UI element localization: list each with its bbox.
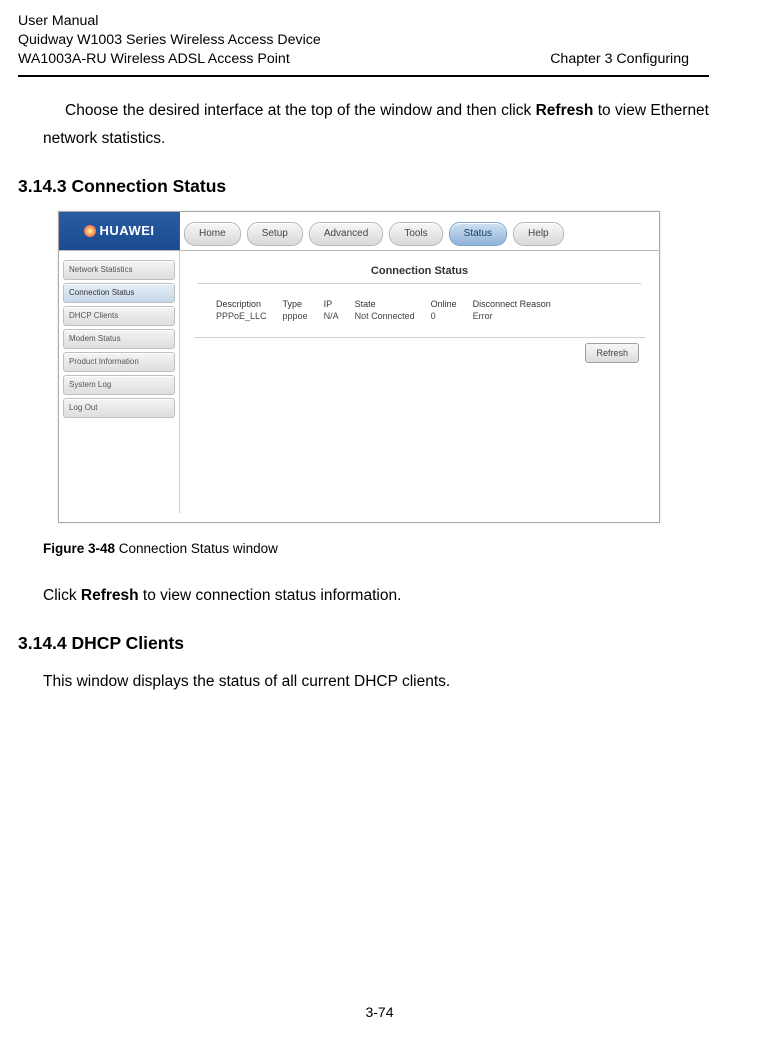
header-line2: Quidway W1003 Series Wireless Access Dev…	[18, 31, 709, 50]
paragraph-1: Choose the desired interface at the top …	[43, 97, 709, 154]
figure-connection-status-window: HUAWEI Home Setup Advanced Tools Status …	[58, 211, 660, 523]
header-line3-right: Chapter 3 Configuring	[550, 50, 709, 69]
paragraph-3: This window displays the status of all c…	[43, 668, 709, 697]
figure-caption: Figure 3-48 Connection Status window	[43, 541, 709, 556]
panel-title: Connection Status	[198, 265, 641, 277]
sidebar-item-modem-status[interactable]: Modem Status	[63, 329, 175, 349]
tab-home[interactable]: Home	[184, 222, 241, 246]
sidebar-item-network-statistics[interactable]: Network Statistics	[63, 260, 175, 280]
tab-help[interactable]: Help	[513, 222, 564, 246]
paragraph-2: Click Refresh to view connection status …	[43, 582, 709, 611]
sidebar-item-dhcp-clients[interactable]: DHCP Clients	[63, 306, 175, 326]
table-row: PPPoE_LLC pppoe N/A Not Connected 0 Erro…	[208, 310, 559, 322]
tab-tools[interactable]: Tools	[389, 222, 442, 246]
tab-status[interactable]: Status	[449, 222, 507, 246]
header-line3-left: WA1003A-RU Wireless ADSL Access Point	[18, 50, 290, 69]
page-number: 3-74	[0, 1004, 759, 1020]
header-rule	[18, 75, 709, 77]
connection-status-table: Description Type IP State Online Disconn…	[208, 298, 559, 322]
table-header-row: Description Type IP State Online Disconn…	[208, 298, 559, 310]
sidebar-item-product-information[interactable]: Product Information	[63, 352, 175, 372]
section-heading-dhcp-clients: 3.14.4 DHCP Clients	[18, 633, 709, 654]
sidebar-item-log-out[interactable]: Log Out	[63, 398, 175, 418]
tab-advanced[interactable]: Advanced	[309, 222, 383, 246]
brand-logo: HUAWEI	[59, 212, 180, 250]
header-line1: User Manual	[18, 12, 709, 31]
screenshot-topbar: HUAWEI Home Setup Advanced Tools Status …	[59, 212, 659, 250]
tab-setup[interactable]: Setup	[247, 222, 303, 246]
main-panel: Connection Status Description Type IP St…	[180, 251, 659, 513]
main-nav-tabs: Home Setup Advanced Tools Status Help	[180, 212, 659, 250]
huawei-flower-icon	[84, 225, 96, 237]
sidebar-item-system-log[interactable]: System Log	[63, 375, 175, 395]
section-heading-connection-status: 3.14.3 Connection Status	[18, 176, 709, 197]
refresh-button[interactable]: Refresh	[585, 343, 639, 363]
page-header: User Manual Quidway W1003 Series Wireles…	[18, 12, 709, 73]
sidebar: Network Statistics Connection Status DHC…	[59, 251, 180, 513]
sidebar-item-connection-status[interactable]: Connection Status	[63, 283, 175, 303]
